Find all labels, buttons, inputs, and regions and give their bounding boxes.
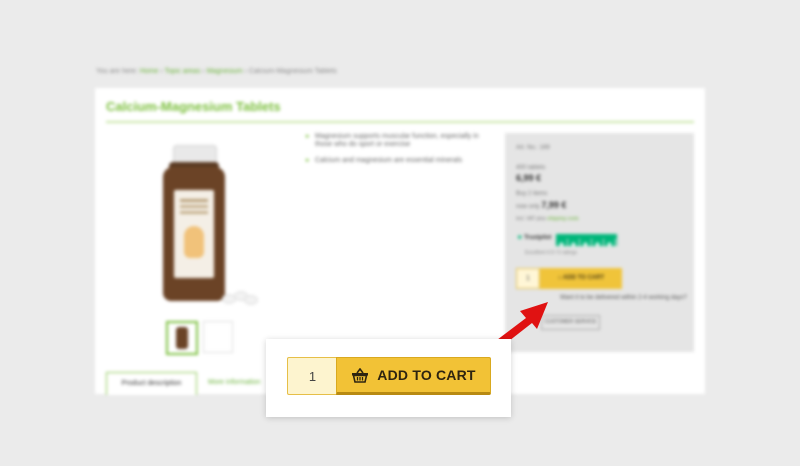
star-icon: ★ [604,239,616,251]
star-icon: ★ [580,239,592,251]
breadcrumb: You are here: Home › Topic areas › Magne… [96,68,337,75]
highlight-item: Calcium and magnesium are essential mine… [306,157,496,165]
trustpilot-summary: Excellent 4.9 / 5 ratings [525,250,577,256]
trustpilot-brand: Trustpilot [524,235,552,241]
thumbnail-tablets[interactable] [203,321,233,353]
page-title: Calcium-Magnesium Tablets [106,99,281,114]
multi-buy-prefix: now only [516,204,540,210]
bottle-label-text [180,199,208,202]
price: 6,99 € [516,173,542,183]
breadcrumb-home[interactable]: Home [140,68,159,75]
star-icon: ★ [592,239,604,251]
multi-buy-offer: now only 7,99 € [516,200,566,210]
buybox-add-to-cart-label: ADD TO CART [562,275,605,281]
product-image[interactable] [161,145,227,305]
title-divider [106,121,694,123]
vat-note: incl. VAT plus shipping costs [516,216,579,222]
breadcrumb-magnesium[interactable]: Magnesium [207,68,243,75]
bottle-label [174,190,214,278]
breadcrumb-topic-areas[interactable]: Topic areas [165,68,201,75]
product-highlights: Magnesium supports muscular function, es… [306,133,496,173]
basket-icon [352,367,369,383]
breadcrumb-current: Calcium-Magnesium Tablets [248,68,337,75]
star-icon: ★ [517,235,523,241]
quantity-input[interactable] [287,357,337,395]
highlight-item: Magnesium supports muscular function, es… [306,133,496,149]
add-to-cart-label: ADD TO CART [377,367,476,383]
add-to-cart-button[interactable]: ADD TO CART [336,357,491,395]
vat-prefix: incl. VAT plus [516,216,546,222]
unit-label: 400 tablets [516,165,546,171]
tablets-illustration [222,290,258,305]
trustpilot-logo[interactable]: ★ Trustpilot [517,234,551,241]
bottle-label-figure [184,226,204,258]
thumbnail-bottle[interactable] [166,321,198,355]
article-number: Art. No.: 169 [516,145,550,151]
basket-icon: ⌂ [557,275,562,281]
breadcrumb-prefix: You are here: [96,68,138,75]
multi-buy-price: 7,99 € [541,200,567,210]
trustpilot-stars: ★ ★ ★ ★ ★ [556,234,617,251]
multi-buy-label: Buy 2 items [516,191,548,197]
tab-product-description[interactable]: Product description [106,372,197,395]
shipping-costs-link[interactable]: shipping costs [547,216,579,222]
